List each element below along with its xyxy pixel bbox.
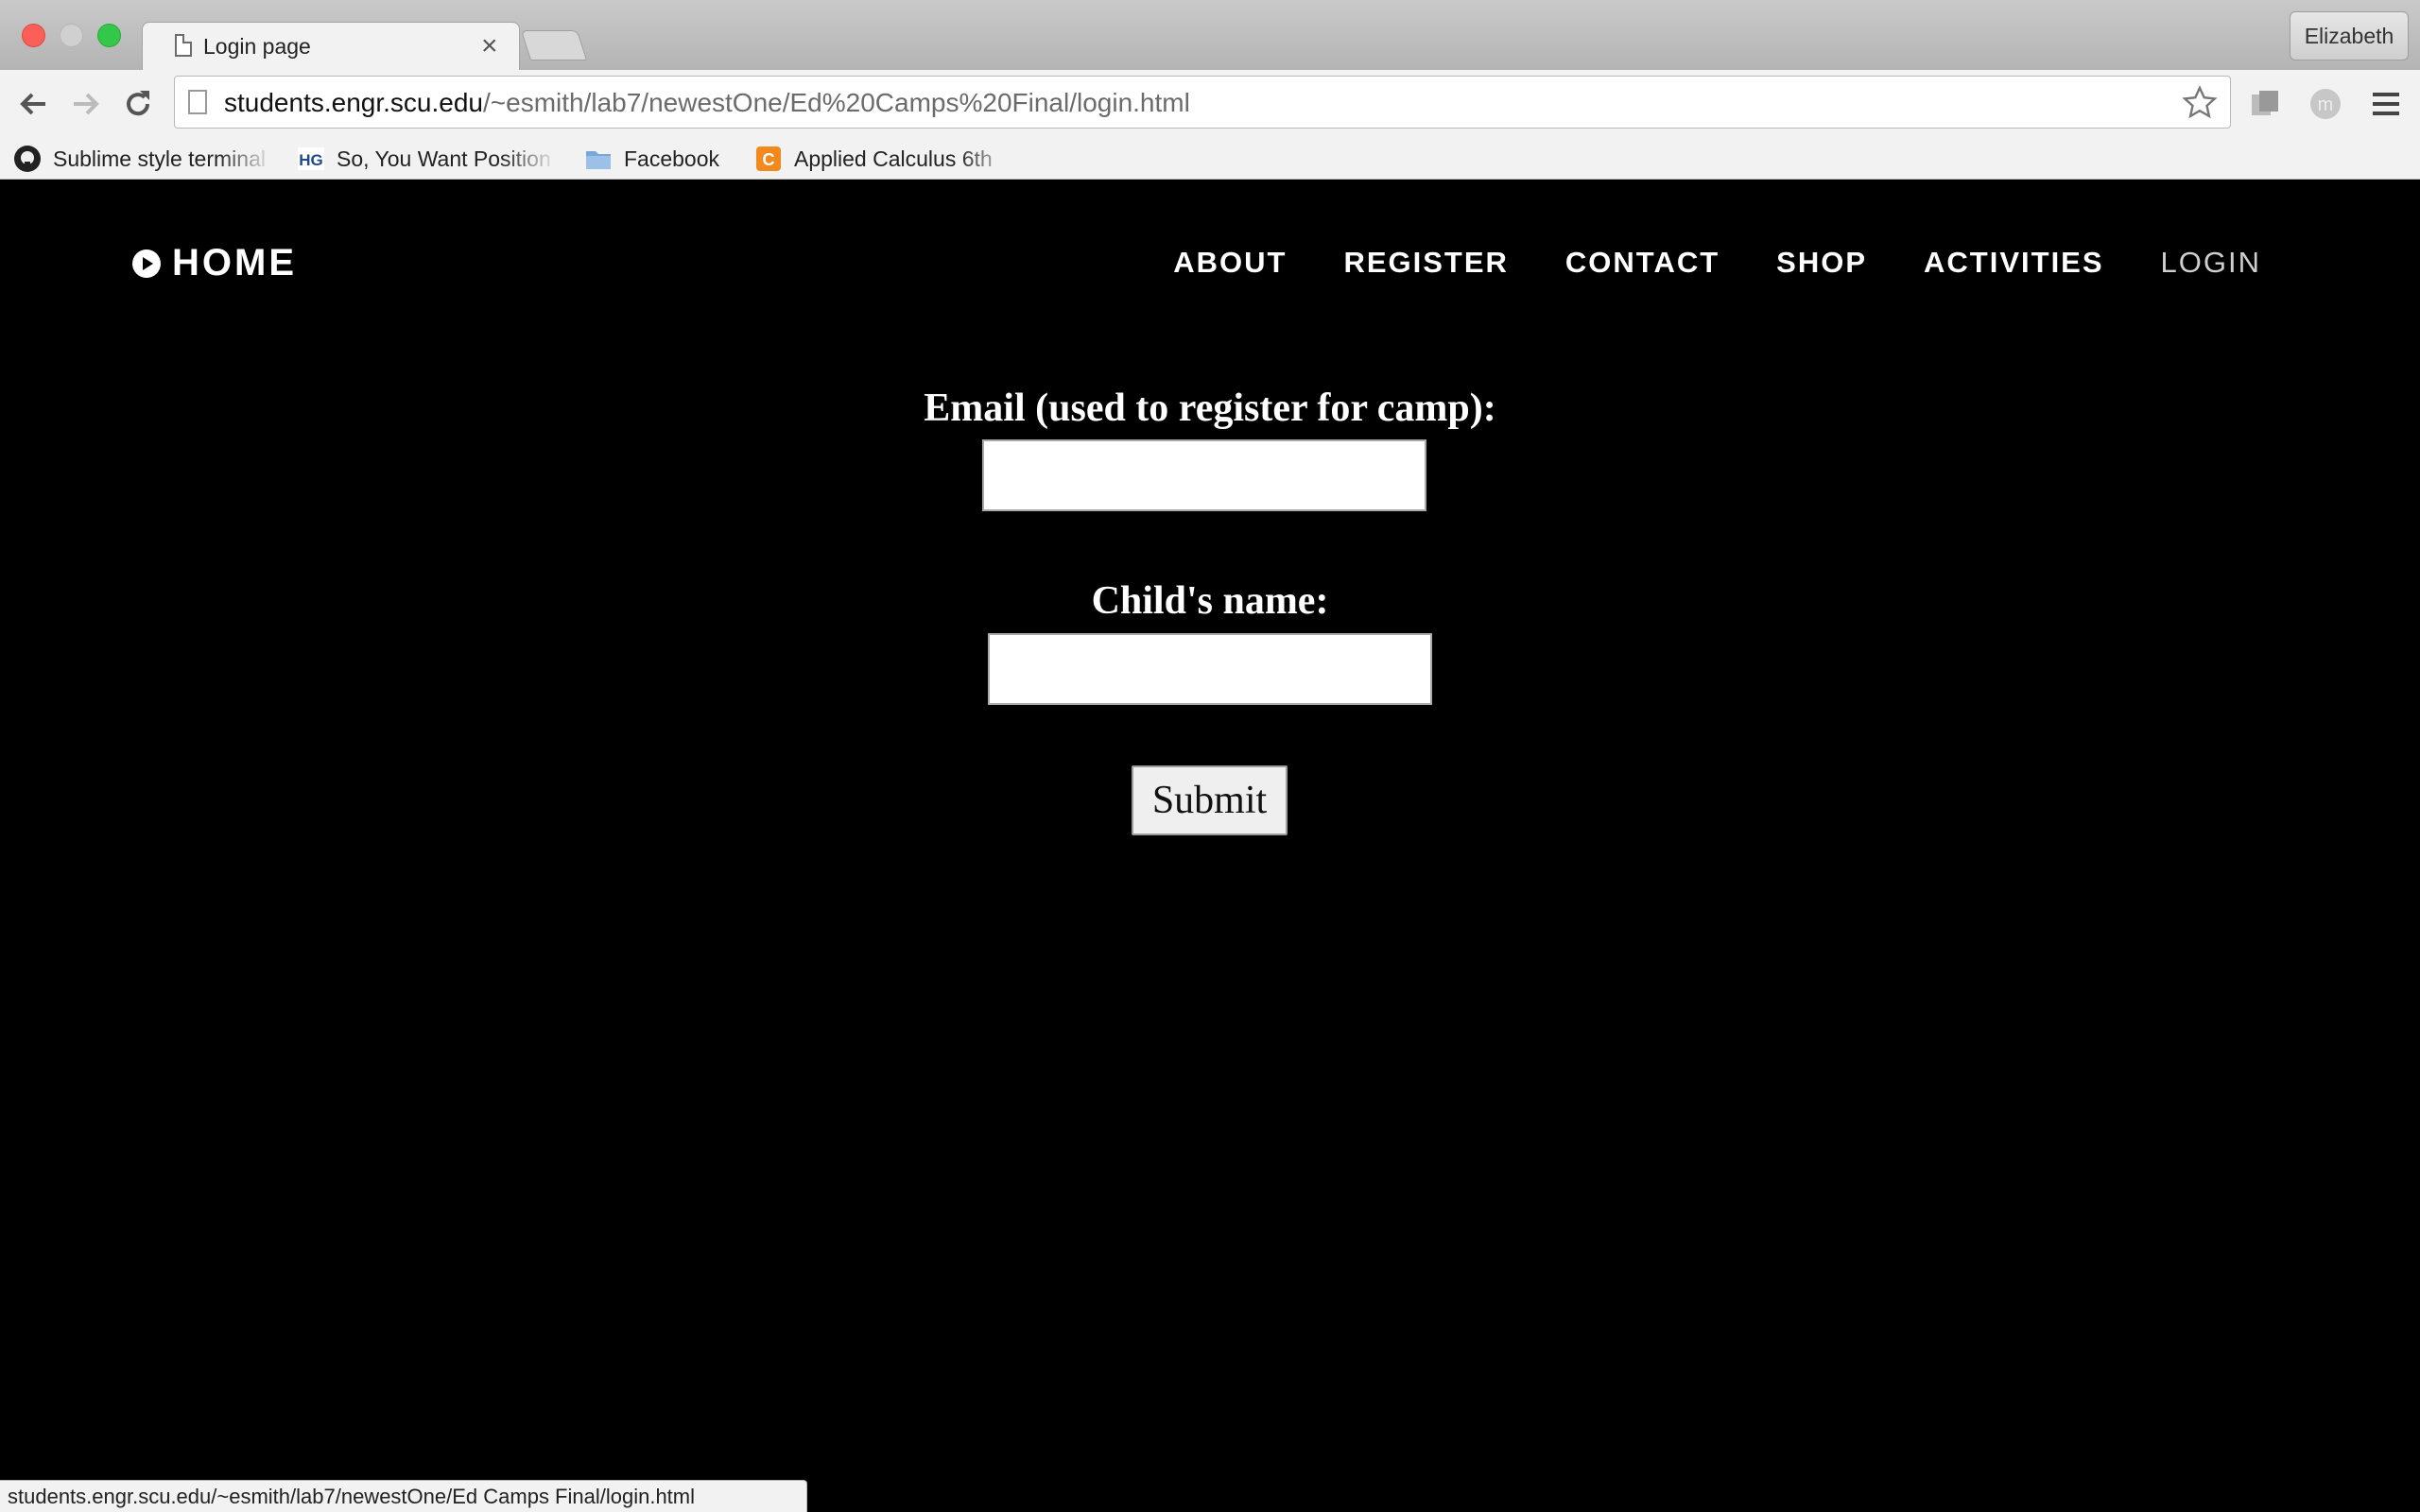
tab-login-page[interactable]: Login page ×	[142, 22, 520, 71]
hg-icon: HG	[297, 145, 325, 173]
submit-button[interactable]: Submit	[1132, 765, 1288, 835]
url-text[interactable]: students.engr.scu.edu/~esmith/lab7/newes…	[224, 88, 1190, 118]
folder-icon	[584, 145, 613, 173]
bookmark-facebook[interactable]: Facebook	[584, 142, 735, 176]
window-minimize-button[interactable]	[60, 24, 83, 47]
menu-icon[interactable]	[2365, 83, 2407, 125]
nav-register[interactable]: REGISTER	[1343, 246, 1508, 280]
browser-toolbar: students.engr.scu.edu/~esmith/lab7/newes…	[0, 70, 2420, 138]
c-icon: C	[754, 145, 783, 173]
window-maximize-button[interactable]	[97, 24, 121, 47]
status-bar: students.engr.scu.edu/~esmith/lab7/newes…	[0, 1480, 807, 1512]
site-nav: ABOUT REGISTER CONTACT SHOP ACTIVITIES L…	[1173, 246, 2261, 280]
tab-close-icon[interactable]: ×	[481, 29, 498, 63]
reload-icon	[127, 91, 150, 116]
home-label: HOME	[172, 242, 297, 284]
email-field[interactable]	[982, 439, 1426, 511]
page-info-icon[interactable]	[188, 90, 207, 114]
bookmark-star-icon[interactable]	[2181, 84, 2219, 122]
child-name-field[interactable]	[988, 633, 1432, 705]
svg-text:HG: HG	[299, 151, 323, 169]
nav-shop[interactable]: SHOP	[1776, 246, 1867, 280]
forward-button[interactable]	[64, 83, 106, 125]
page-content: HOME ABOUT REGISTER CONTACT SHOP ACTIVIT…	[0, 180, 2420, 1512]
tab-title: Login page	[203, 34, 311, 59]
window-close-button[interactable]	[22, 24, 45, 47]
bookmarks-bar: Sublime style terminal HG So, You Want P…	[0, 138, 2420, 180]
browser-titlebar: Login page × Elizabeth	[0, 0, 2420, 71]
reload-button[interactable]	[117, 83, 159, 125]
extension-m-icon[interactable]: m	[2305, 83, 2346, 125]
page-icon	[175, 34, 192, 57]
bookmark-position[interactable]: HG So, You Want Position	[297, 142, 558, 176]
bookmark-calculus[interactable]: C Applied Calculus 6th	[754, 142, 1015, 176]
nav-contact[interactable]: CONTACT	[1565, 246, 1720, 280]
svg-text:C: C	[763, 150, 775, 169]
svg-text:m: m	[2318, 94, 2334, 115]
nav-about[interactable]: ABOUT	[1173, 246, 1287, 280]
back-arrow-icon	[20, 93, 45, 115]
nav-activities[interactable]: ACTIVITIES	[1924, 246, 2104, 280]
home-link[interactable]: HOME	[130, 242, 297, 284]
extension-icon[interactable]	[2244, 83, 2286, 125]
child-name-label: Child's name:	[1091, 579, 1329, 623]
back-button[interactable]	[13, 83, 55, 125]
address-bar[interactable]: students.engr.scu.edu/~esmith/lab7/newes…	[174, 76, 2231, 129]
github-icon	[13, 145, 42, 173]
nav-login[interactable]: LOGIN	[2161, 246, 2261, 280]
new-tab-button[interactable]	[520, 30, 588, 60]
profile-button[interactable]: Elizabeth	[2290, 11, 2409, 60]
forward-arrow-icon	[74, 93, 99, 115]
play-icon	[132, 249, 161, 278]
bookmark-sublime[interactable]: Sublime style terminal	[13, 142, 274, 176]
email-label: Email (used to register for camp):	[924, 387, 1496, 430]
